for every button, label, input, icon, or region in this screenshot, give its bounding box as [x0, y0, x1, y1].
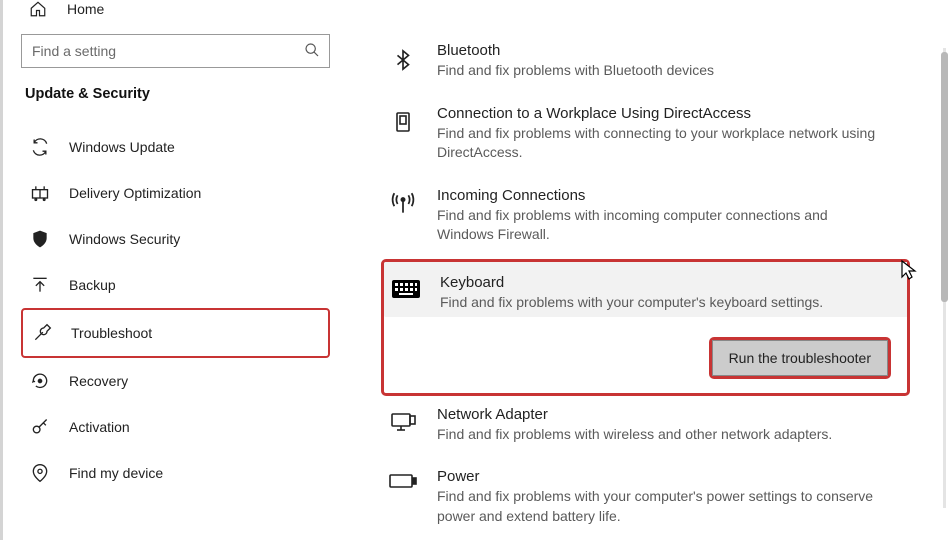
network-adapter-icon [387, 406, 419, 445]
sidebar-item-home[interactable]: Home [21, 0, 330, 28]
sidebar-item-label: Find my device [69, 465, 163, 481]
sync-icon [29, 137, 51, 157]
sidebar-item-activation[interactable]: Activation [21, 404, 330, 450]
run-button-highlight: Run the troubleshooter [709, 337, 891, 379]
troubleshooter-label: Power [437, 468, 926, 485]
sidebar-item-label: Windows Update [69, 139, 175, 155]
battery-icon [387, 468, 419, 526]
sidebar-item-troubleshoot[interactable]: Troubleshoot [21, 308, 330, 358]
sidebar-item-windows-security[interactable]: Windows Security [21, 216, 330, 262]
key-icon [29, 417, 51, 437]
sidebar-item-label: Troubleshoot [71, 325, 152, 341]
troubleshooter-keyboard[interactable]: Keyboard Find and fix problems with your… [384, 262, 907, 317]
run-troubleshooter-button[interactable]: Run the troubleshooter [712, 340, 888, 376]
sidebar-item-label: Recovery [69, 373, 128, 389]
troubleshooter-desc: Find and fix problems with incoming comp… [437, 206, 877, 245]
monitor-icon [387, 105, 419, 163]
troubleshooter-desc: Find and fix problems with your computer… [440, 293, 880, 313]
search-input[interactable] [21, 34, 330, 68]
troubleshooter-power[interactable]: Power Find and fix problems with your co… [383, 458, 930, 540]
backup-icon [29, 275, 51, 295]
troubleshooter-label: Bluetooth [437, 42, 926, 59]
bluetooth-icon [387, 42, 419, 81]
sidebar-item-label: Windows Security [69, 231, 180, 247]
troubleshooter-label: Network Adapter [437, 406, 926, 423]
keyboard-icon [390, 274, 422, 313]
search-wrap [21, 34, 330, 68]
search-icon [304, 42, 320, 58]
troubleshooter-network-adapter[interactable]: Network Adapter Find and fix problems wi… [383, 396, 930, 459]
troubleshooter-incoming-connections[interactable]: Incoming Connections Find and fix proble… [383, 177, 930, 259]
troubleshooter-label: Keyboard [440, 274, 903, 291]
shield-icon [29, 229, 51, 249]
sidebar-item-label: Activation [69, 419, 130, 435]
sidebar-item-label: Delivery Optimization [69, 185, 201, 201]
antenna-icon [387, 187, 419, 245]
troubleshooter-desc: Find and fix problems with Bluetooth dev… [437, 61, 877, 81]
sidebar-section-heading: Update & Security [25, 86, 330, 102]
troubleshooter-label: Incoming Connections [437, 187, 926, 204]
sidebar-item-windows-update[interactable]: Windows Update [21, 124, 330, 170]
sidebar-item-recovery[interactable]: Recovery [21, 358, 330, 404]
troubleshooter-desc: Find and fix problems with connecting to… [437, 124, 877, 163]
run-row: Run the troubleshooter [384, 317, 907, 393]
recovery-icon [29, 371, 51, 391]
sidebar-item-backup[interactable]: Backup [21, 262, 330, 308]
sidebar-item-find-my-device[interactable]: Find my device [21, 450, 330, 496]
sidebar-item-delivery-optimization[interactable]: Delivery Optimization [21, 170, 330, 216]
location-icon [29, 463, 51, 483]
home-label: Home [67, 1, 104, 17]
troubleshooter-keyboard-highlight: Keyboard Find and fix problems with your… [381, 259, 910, 396]
troubleshooter-label: Connection to a Workplace Using DirectAc… [437, 105, 926, 122]
troubleshooter-desc: Find and fix problems with your computer… [437, 487, 877, 526]
troubleshooter-directaccess[interactable]: Connection to a Workplace Using DirectAc… [383, 95, 930, 177]
delivery-icon [29, 183, 51, 203]
wrench-icon [31, 323, 53, 343]
home-icon [29, 0, 47, 18]
scrollbar-thumb[interactable] [941, 52, 948, 302]
main-panel: Troubleshoot Bluetooth Find and fix prob… [348, 0, 950, 540]
settings-sidebar: Home Update & Security Windows Update De… [3, 0, 348, 540]
troubleshooter-desc: Find and fix problems with wireless and … [437, 425, 877, 445]
sidebar-item-label: Backup [69, 277, 116, 293]
troubleshooter-bluetooth[interactable]: Bluetooth Find and fix problems with Blu… [383, 32, 930, 95]
